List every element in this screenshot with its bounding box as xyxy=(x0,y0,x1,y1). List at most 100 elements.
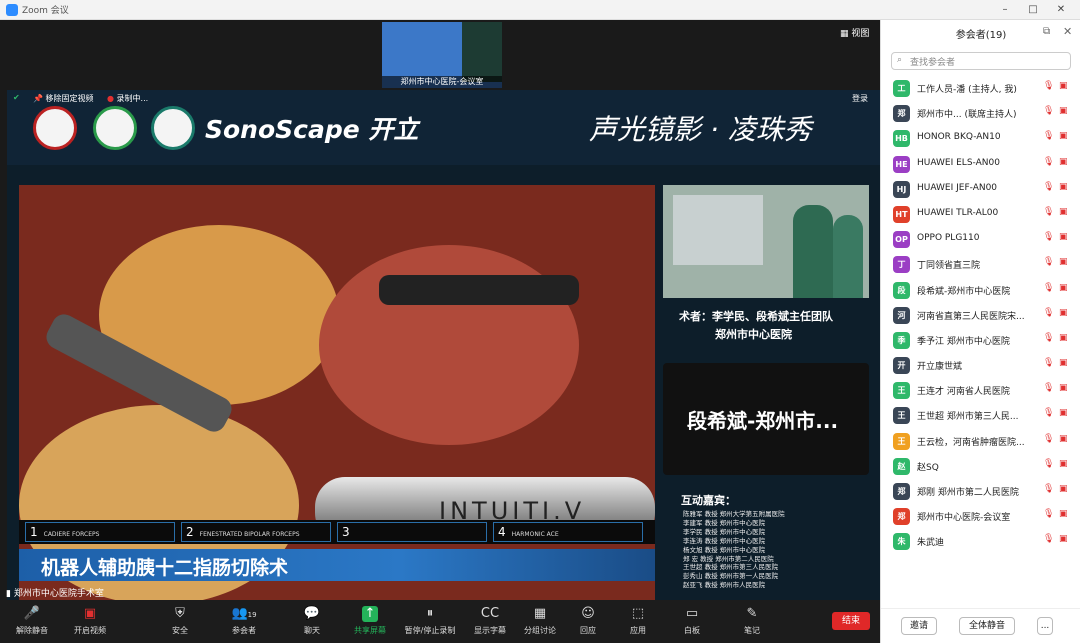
remove-pin-button[interactable]: 📌 移除固定视频 xyxy=(33,93,94,104)
participant-name: 郑刚 郑州市第二人民医院 xyxy=(917,488,1019,498)
mic-muted-icon[interactable]: 🎙 xyxy=(1043,434,1054,444)
mic-muted-icon[interactable]: 🎙 xyxy=(1043,207,1054,217)
apps-icon: ⬚ xyxy=(631,606,645,621)
mic-muted-icon[interactable]: 🎙 xyxy=(1043,182,1054,192)
participant-row[interactable]: 王王云检，河南省肿瘤医院... 🎙 ▣ xyxy=(881,429,1080,454)
guest-list: 陈雅军 教授 郑州大学第五附属医院 李建军 教授 郑州市中心医院 李学民 教授 … xyxy=(683,510,785,590)
self-video-thumbnail[interactable]: 郑州市中心医院-会议室 xyxy=(382,22,502,88)
camera-off-icon[interactable]: ▣ xyxy=(1059,131,1068,141)
instrument-slot-4: 4 HARMONIC ACE xyxy=(493,522,643,542)
mute-all-button[interactable]: 全体静音 xyxy=(959,617,1015,635)
participant-name: HUAWEI ELS-AN00 xyxy=(917,157,1000,168)
whiteboard-button[interactable]: ▭ 白板 xyxy=(664,606,720,636)
mic-muted-icon[interactable]: 🎙 xyxy=(1043,308,1054,318)
camera-off-icon[interactable]: ▣ xyxy=(1059,308,1068,318)
mic-muted-icon[interactable]: 🎙 xyxy=(1043,484,1054,494)
grid-icon: ▦ xyxy=(840,29,852,39)
unmute-button[interactable]: 🎤 解除静音 xyxy=(4,606,60,636)
pause-record-button[interactable]: ⏸ 暂停/停止录制 xyxy=(402,606,458,636)
mic-muted-icon[interactable]: 🎙 xyxy=(1043,257,1054,267)
mic-muted-icon[interactable]: 🎙 xyxy=(1043,358,1054,368)
participant-row[interactable]: 河河南省直第三人民医院宋... 🎙 ▣ xyxy=(881,303,1080,328)
camera-off-icon[interactable]: ▣ xyxy=(1059,408,1068,418)
participant-row[interactable]: 王王世超 郑州市第三人民... 🎙 ▣ xyxy=(881,403,1080,428)
mic-muted-icon[interactable]: 🎙 xyxy=(1043,534,1054,544)
participant-row[interactable]: 段段希斌-郑州市中心医院 🎙 ▣ xyxy=(881,278,1080,303)
captions-button[interactable]: CC 显示字幕 xyxy=(462,606,518,636)
instrument-slot-2: 2 FENESTRATED BIPOLAR FORCEPS xyxy=(181,522,331,542)
reaction-button[interactable]: ☺ 回应 xyxy=(560,606,616,636)
participant-row[interactable]: OP OPPO PLG110 🎙 ▣ xyxy=(881,227,1080,252)
view-button[interactable]: ▦ 视图 xyxy=(840,26,869,39)
mic-muted-icon[interactable]: 🎙 xyxy=(1043,131,1054,141)
camera-off-icon[interactable]: ▣ xyxy=(1059,383,1068,393)
list-item: 王世超 教授 郑州市第三人民医院 xyxy=(683,563,779,572)
camera-off-icon[interactable]: ▣ xyxy=(1059,283,1068,293)
speaker-video-tile[interactable]: 段希斌-郑州市... xyxy=(663,363,869,475)
end-meeting-button[interactable]: 结束 xyxy=(832,612,870,630)
camera-off-icon[interactable]: ▣ xyxy=(1059,333,1068,343)
camera-off-icon[interactable]: ▣ xyxy=(1059,358,1068,368)
camera-off-icon[interactable]: ▣ xyxy=(1059,232,1068,242)
mic-muted-icon[interactable]: 🎙 xyxy=(1043,408,1054,418)
minimize-button[interactable]: – xyxy=(996,2,1014,18)
mic-muted-icon[interactable]: 🎙 xyxy=(1043,509,1054,519)
avatar: 工 xyxy=(893,80,910,97)
camera-off-icon[interactable]: ▣ xyxy=(1059,534,1068,544)
popout-icon[interactable]: ⧉ xyxy=(1043,26,1050,37)
mic-muted-icon[interactable]: 🎙 xyxy=(1043,232,1054,242)
mic-muted-icon[interactable]: 🎙 xyxy=(1043,106,1054,116)
close-button[interactable]: ✕ xyxy=(1052,2,1070,18)
recording-indicator[interactable]: ● 录制中... xyxy=(107,93,148,104)
mic-muted-icon[interactable]: 🎙 xyxy=(1043,333,1054,343)
start-video-button[interactable]: ▣ 开启视频 xyxy=(62,606,118,636)
login-link[interactable]: 登录 xyxy=(852,93,868,104)
participant-row[interactable]: 朱朱武迪 🎙 ▣ xyxy=(881,529,1080,554)
chat-button[interactable]: 💬 聊天 xyxy=(284,606,340,636)
camera-off-icon[interactable]: ▣ xyxy=(1059,157,1068,167)
more-button[interactable]: ... xyxy=(1037,617,1053,635)
notes-button[interactable]: ✎ 笔记 xyxy=(724,606,780,636)
participant-name: 王世超 郑州市第三人民... xyxy=(917,412,1019,423)
camera-off-icon[interactable]: ▣ xyxy=(1059,182,1068,192)
participant-row[interactable]: 赵赵SQ 🎙 ▣ xyxy=(881,454,1080,479)
participant-row[interactable]: 郑郑州市中... (联席主持人) 🎙 ▣ xyxy=(881,101,1080,126)
mic-muted-icon[interactable]: 🎙 xyxy=(1043,81,1054,91)
participant-row[interactable]: 郑郑州市中心医院-会议室 🎙 ▣ xyxy=(881,504,1080,529)
camera-off-icon[interactable]: ▣ xyxy=(1059,509,1068,519)
participant-row[interactable]: HT HUAWEI TLR-AL00 🎙 ▣ xyxy=(881,202,1080,227)
participant-row[interactable]: 丁丁同领省直三院 🎙 ▣ xyxy=(881,252,1080,277)
mic-muted-icon[interactable]: 🎙 xyxy=(1043,383,1054,393)
mic-muted-icon[interactable]: 🎙 xyxy=(1043,459,1054,469)
participant-row[interactable]: 王王连才 河南省人民医院 🎙 ▣ xyxy=(881,378,1080,403)
participant-row[interactable]: 郑郑刚 郑州市第二人民医院 🎙 ▣ xyxy=(881,479,1080,504)
participants-button[interactable]: 👥19 参会者 xyxy=(216,606,272,636)
camera-off-icon[interactable]: ▣ xyxy=(1059,81,1068,91)
participant-row[interactable]: 开开立康世斌 🎙 ▣ xyxy=(881,353,1080,378)
mic-muted-icon[interactable]: 🎙 xyxy=(1043,283,1054,293)
avatar: 王 xyxy=(893,407,910,425)
participant-row[interactable]: HB HONOR BKQ-AN10 🎙 ▣ xyxy=(881,126,1080,151)
reaction-icon: ☺ xyxy=(581,606,595,621)
maximize-button[interactable]: □ xyxy=(1024,2,1042,18)
mic-muted-icon[interactable]: 🎙 xyxy=(1043,157,1054,167)
captions-icon: CC xyxy=(480,606,500,621)
camera-off-icon[interactable]: ▣ xyxy=(1059,257,1068,267)
camera-off-icon[interactable]: ▣ xyxy=(1059,484,1068,494)
participant-row[interactable]: 季季予江 郑州市中心医院 🎙 ▣ xyxy=(881,328,1080,353)
search-input[interactable]: ⌕ 查找参会者 xyxy=(891,52,1071,70)
security-button[interactable]: ⛨ 安全 xyxy=(152,606,208,636)
invite-button[interactable]: 邀请 xyxy=(901,617,937,635)
signal-icon: ▮ xyxy=(6,589,14,599)
camera-off-icon[interactable]: ▣ xyxy=(1059,434,1068,444)
close-panel-icon[interactable]: ✕ xyxy=(1063,25,1072,38)
participant-row[interactable]: HE HUAWEI ELS-AN00 🎙 ▣ xyxy=(881,152,1080,177)
camera-off-icon[interactable]: ▣ xyxy=(1059,459,1068,469)
avatar: OP xyxy=(893,231,910,249)
camera-off-icon[interactable]: ▣ xyxy=(1059,207,1068,217)
camera-off-icon[interactable]: ▣ xyxy=(1059,106,1068,116)
participant-row[interactable]: HJ HUAWEI JEF-AN00 🎙 ▣ xyxy=(881,177,1080,202)
apps-button[interactable]: ⬚ 应用 xyxy=(610,606,666,636)
share-screen-button[interactable]: ↑ 共享屏幕 xyxy=(342,606,398,636)
participant-row[interactable]: 工工作人员-潘 (主持人, 我) 🎙 ▣ xyxy=(881,76,1080,101)
